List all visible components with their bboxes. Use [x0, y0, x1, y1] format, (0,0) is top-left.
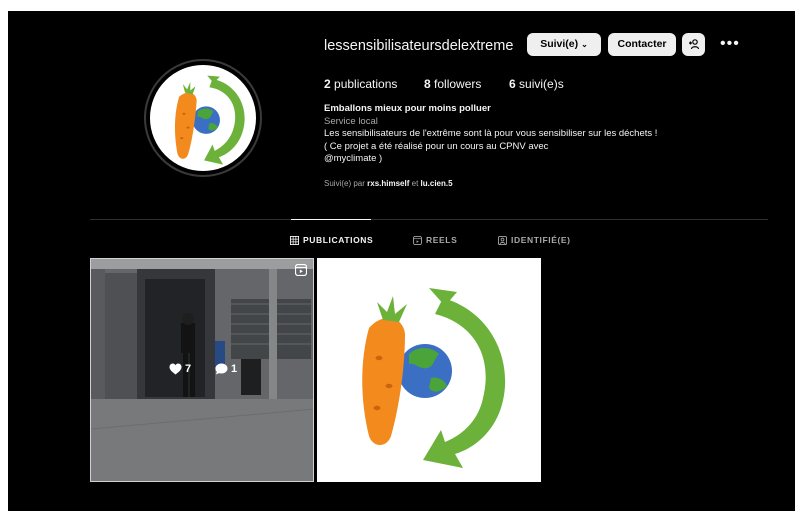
tagged-icon — [498, 235, 507, 245]
reel-icon — [295, 264, 307, 276]
profile-username: lessensibilisateursdelextreme — [324, 38, 514, 54]
post-thumbnail[interactable]: 7 1 — [90, 258, 314, 482]
tabs-divider — [90, 219, 768, 220]
reels-icon — [413, 235, 422, 245]
logo-image — [362, 288, 506, 468]
add-user-icon — [688, 39, 699, 50]
logo-image — [174, 75, 245, 165]
profile-category: Service local — [324, 115, 378, 127]
bio-mention[interactable]: @myclimate ) — [324, 153, 657, 166]
following-count[interactable]: 6 suivi(e)s — [509, 77, 564, 91]
heart-icon — [169, 363, 182, 375]
comments-count: 1 — [215, 363, 237, 375]
add-user-button[interactable] — [682, 33, 705, 56]
grid-icon — [290, 235, 299, 245]
comment-icon — [215, 363, 228, 375]
likes-count: 7 — [169, 363, 191, 375]
following-button-label: Suivi(e) — [540, 38, 579, 50]
active-tab-indicator — [291, 219, 371, 220]
bio-line: ( Ce projet a été réalisé pour un cours … — [324, 140, 549, 152]
more-options-icon[interactable]: ••• — [720, 35, 740, 53]
tab-publications[interactable]: PUBLICATIONS — [290, 235, 373, 245]
profile-page: lessensibilisateursdelextreme Suivi(e) ⌄… — [8, 11, 795, 511]
profile-name: Emballons mieux pour moins polluer — [324, 103, 491, 114]
following-button[interactable]: Suivi(e) ⌄ — [527, 33, 601, 56]
bio-line: Les sensibilisateurs de l'extrême sont l… — [324, 128, 658, 139]
tab-reels[interactable]: REELS — [413, 235, 457, 245]
followed-by-line[interactable]: Suivi(e) par rxs.himself et lu.cien.5 — [324, 179, 453, 188]
tab-tagged[interactable]: IDENTIFIÉ(E) — [498, 235, 571, 245]
profile-avatar[interactable] — [144, 59, 262, 177]
post-hover-overlay — [91, 259, 313, 481]
followers-count[interactable]: 8 followers — [424, 77, 481, 91]
profile-bio: Emballons mieux pour moins polluer Servi… — [324, 103, 657, 166]
posts-count: 2 publications — [324, 77, 398, 91]
post-thumbnail[interactable] — [317, 258, 541, 482]
chevron-down-icon: ⌄ — [581, 40, 588, 49]
contact-button[interactable]: Contacter — [608, 33, 676, 56]
